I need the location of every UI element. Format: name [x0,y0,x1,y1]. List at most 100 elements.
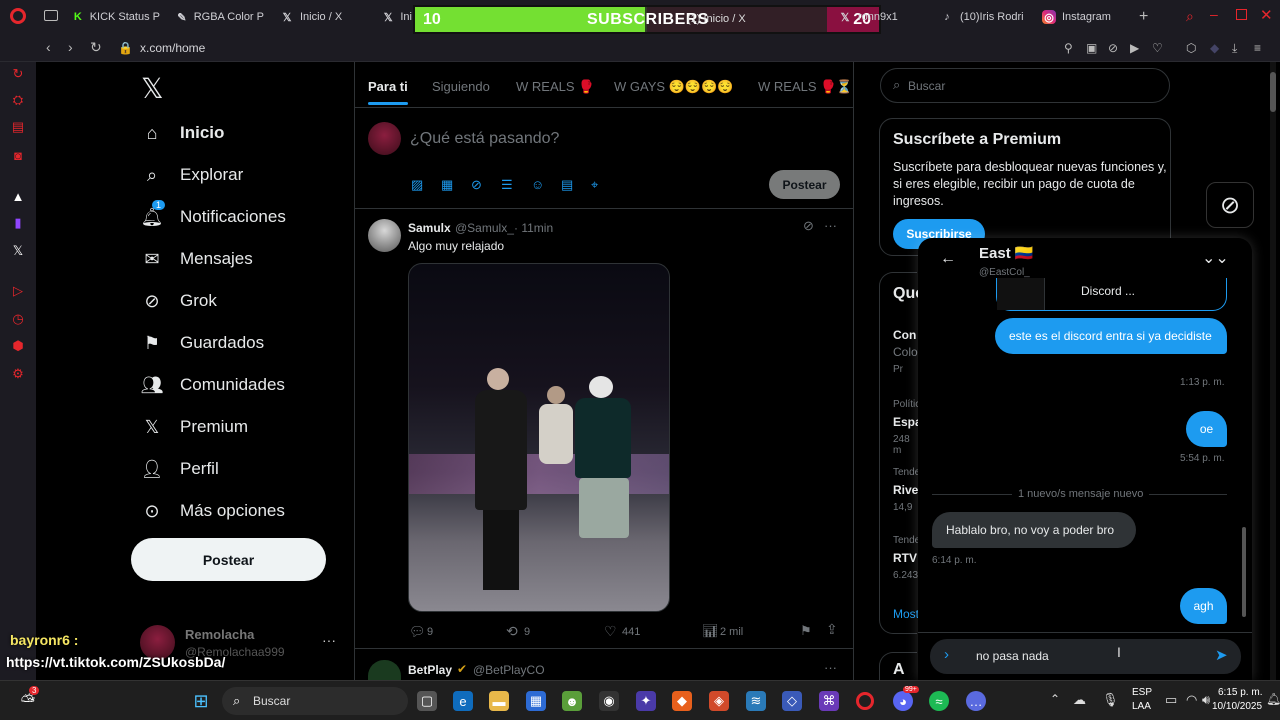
back-arrow-icon[interactable]: ← [940,250,956,268]
app-icon-chat[interactable]: … [966,691,986,711]
brave-icon[interactable]: ◆ [672,691,692,711]
app-icon-red[interactable]: ◈ [709,691,729,711]
discord-icon[interactable]: ◕ 99+ [893,686,919,711]
dm-contact-handle[interactable]: @EastCol_ [979,267,1030,278]
tab-kick[interactable]: K KICK Status P [72,0,160,34]
vpn-icon[interactable]: ◆ [1210,41,1219,55]
bookmark-icon[interactable]: ⚑ [800,623,812,639]
app-icon-blue[interactable]: ≋ [746,691,766,711]
tab-w-reals[interactable]: W REALS 🥊 [516,79,594,95]
display-icon[interactable]: ▭ [1165,692,1177,708]
grok-icon[interactable]: ⊘ [471,177,482,193]
poll-icon[interactable]: ☰ [501,177,513,193]
more-icon[interactable]: ··· [824,660,837,675]
tweet-avatar[interactable] [368,219,401,252]
task-view-icon[interactable]: ▢ [417,691,437,711]
file-explorer-icon[interactable]: ▬ [489,691,509,711]
download-icon[interactable]: ⤓ [1232,41,1237,56]
tweet-author-handle[interactable]: @Samulx_ [455,221,514,235]
heart-icon[interactable]: ♡ [1152,41,1163,55]
views-icon[interactable]: 📊︎ [702,623,719,639]
menu-icon[interactable]: ≡ [1254,41,1261,55]
dm-message-out[interactable]: agh [1180,588,1227,624]
nav-grok[interactable]: ⊘ Grok [142,291,216,311]
tweet-author-name[interactable]: BetPlay [408,663,452,677]
reload-icon[interactable]: ↻ [90,39,102,56]
search-input[interactable]: ⌕ Buscar [880,68,1170,103]
nav-premium[interactable]: 𝕏 Premium [142,417,248,437]
opera-taskbar-icon[interactable] [856,692,874,710]
nav-home[interactable]: ⌂ Inicio [142,123,225,143]
tweet-author-name[interactable]: Samulx [408,221,451,235]
back-icon[interactable]: ‹ [46,39,51,55]
play-icon[interactable]: ▶ [1130,41,1139,55]
send-icon[interactable]: ➤ [1215,646,1228,664]
minimize-icon[interactable]: – [1210,6,1218,22]
retweet-icon[interactable]: ⟲ [506,623,518,640]
tray-chevron-icon[interactable]: ⌃ [1050,692,1060,706]
trend-name[interactable]: Con [893,328,916,342]
tab-w-gays[interactable]: W GAYS 😌😌😌😌 [614,79,733,95]
arc-icon[interactable]: ▲ [10,188,26,204]
dm-message-out[interactable]: este es el discord entra si ya decidiste [995,318,1227,354]
tab-overview-icon[interactable] [44,10,58,21]
gif-icon[interactable]: ▦ [441,177,453,193]
tweet-video[interactable] [408,263,670,612]
forward-icon[interactable]: › [68,39,73,55]
emoji-icon[interactable]: ☺ [531,177,544,192]
collapse-chevron-icon[interactable]: ⌄⌄ [1202,248,1229,268]
settings-icon[interactable]: ⚙ [10,366,26,382]
volume-icon[interactable]: 🔊︎ [1202,692,1210,708]
location-icon[interactable]: ⌖ [591,177,598,193]
microphone-icon[interactable]: 🎙︎ [1102,692,1119,708]
taskbar-search[interactable]: ⌕ Buscar [222,687,408,715]
history-icon[interactable]: ◷ [10,311,26,327]
maximize-icon[interactable] [1236,9,1247,20]
weather-icon[interactable]: ⛅︎ 3 [18,686,40,711]
dm-contact-name[interactable]: East 🇨🇴 [979,244,1034,262]
spotify-icon[interactable]: ≈ [929,691,949,711]
media-icon[interactable]: ◙ [10,147,26,163]
x-logo-icon[interactable]: 𝕏 [10,243,26,259]
tab-rgba[interactable]: ✎ RGBA Color P [176,0,264,34]
aria-icon[interactable]: ↻ [10,66,26,82]
like-icon[interactable]: ♡ [604,623,617,640]
onedrive-icon[interactable]: ☁ [1073,692,1086,708]
dm-message-in[interactable]: Hablalo bro, no voy a poder bro [932,512,1136,548]
language-indicator[interactable]: ESP [1132,687,1152,698]
wallet-icon[interactable]: ▤ [10,119,26,135]
tab-inicio-x-2[interactable]: 𝕏 Ini [382,0,412,34]
obs-icon[interactable]: ◉ [599,691,619,711]
extensions-icon[interactable]: ⬡ [1186,41,1196,55]
extensions-side-icon[interactable]: ⬢ [10,338,26,354]
composer-input[interactable]: ¿Qué está pasando? [410,130,559,148]
composer-post-button[interactable]: Postear [769,170,840,199]
tab-para-ti[interactable]: Para ti [368,79,408,94]
dm-input[interactable]: no pasa nada [976,649,1049,663]
adblock-icon[interactable]: ⊘ [1108,41,1118,55]
share-icon[interactable]: ⇪ [826,621,838,638]
trend-name[interactable]: Rive [893,483,918,497]
nav-communities[interactable]: 👥︎ Comunidades [141,375,285,395]
keyboard-layout[interactable]: LAA [1132,701,1151,712]
close-window-icon[interactable]: ✕ [1260,6,1273,24]
player-icon[interactable]: ▷ [10,283,26,299]
clock-date[interactable]: 10/10/2025 [1212,701,1262,712]
x-logo-icon[interactable]: 𝕏 [141,72,164,105]
page-scrollbar-thumb[interactable] [1270,72,1276,112]
nav-profile[interactable]: 👤︎ Perfil [141,459,219,479]
wifi-icon[interactable]: ◠ [1186,692,1197,708]
account-more-icon[interactable]: ··· [322,632,336,648]
dm-scrollbar[interactable] [1241,242,1247,630]
tab-ronn[interactable]: 𝕏 ronn9x1 [838,0,930,34]
tab-tiktok[interactable]: ♪ (10)Iris Rodri [940,0,1030,34]
opera-logo-icon[interactable] [10,8,26,24]
nav-messages[interactable]: ✉ Mensajes [142,249,252,269]
show-more-link[interactable]: Most [893,607,919,621]
nav-bookmarks[interactable]: ⚑ Guardados [142,333,264,353]
tab-siguiendo[interactable]: Siguiendo [432,79,490,94]
edge-icon[interactable]: e [453,691,473,711]
tweet-time[interactable]: · 11min [514,221,553,235]
pin-icon[interactable]: ⚲ [1064,41,1073,55]
expand-chevron-icon[interactable]: › [944,646,949,663]
